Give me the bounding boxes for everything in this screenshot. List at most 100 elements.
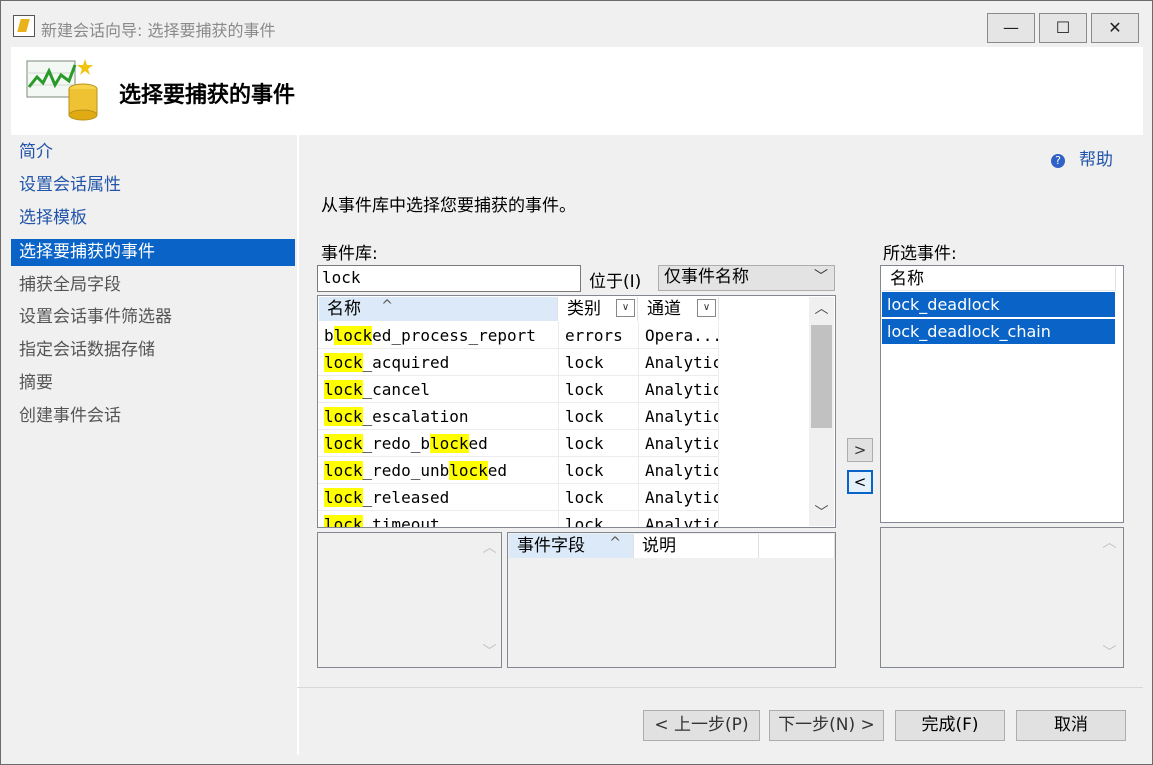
nav-item-session-props[interactable]: 设置会话属性 [11, 172, 295, 199]
table-row[interactable]: lock_acquired lock Analytic [318, 349, 719, 376]
col-header-blank [759, 534, 835, 558]
window-title: 新建会话向导: 选择要捕获的事件 [41, 21, 276, 40]
table-row[interactable]: lock_cancel lock Analytic [318, 376, 719, 403]
maximize-button[interactable]: ☐ [1039, 13, 1087, 43]
event-channel-cell: Analytic [639, 457, 719, 484]
event-channel-cell: Analytic [639, 511, 719, 527]
scroll-thumb[interactable] [811, 325, 832, 428]
table-row[interactable]: blocked_process_report errors Opera... [318, 322, 719, 349]
help-label: 帮助 [1079, 150, 1113, 170]
minimize-icon: — [1003, 18, 1019, 37]
scope-select[interactable]: 仅事件名称 ﹀ [658, 265, 835, 291]
nav-item-select-events[interactable]: 选择要捕获的事件 [11, 239, 295, 266]
page-header: 选择要捕获的事件 [11, 47, 1143, 135]
event-description-box: ︿ ﹀ [317, 532, 502, 668]
page-title: 选择要捕获的事件 [119, 83, 296, 108]
library-scrollbar[interactable]: ︿ ﹀ [809, 297, 834, 526]
event-name-cell: lock_escalation [318, 403, 559, 430]
event-name-text: _timeout [362, 515, 440, 528]
app-icon [13, 15, 35, 37]
event-name-cell: blocked_process_report [318, 322, 559, 349]
wizard-steps-nav: 简介 设置会话属性 选择模板 选择要捕获的事件 捕获全局字段 设置会话事件筛选器… [11, 135, 297, 755]
selected-col-header[interactable]: 名称 [882, 267, 1116, 291]
nav-item-template[interactable]: 选择模板 [11, 205, 295, 232]
back-button[interactable]: < 上一步(P) [643, 710, 760, 741]
search-match-highlight: lock [324, 353, 363, 372]
scroll-up-icon: ︿ [1102, 535, 1117, 551]
scroll-down-icon[interactable]: ﹀ [809, 501, 834, 526]
search-match-highlight: lock [324, 434, 363, 453]
scroll-up-icon: ︿ [482, 540, 497, 556]
event-library-label: 事件库: [321, 244, 378, 264]
event-name-text: ed [468, 434, 488, 453]
category-filter-icon[interactable]: ∨ [616, 299, 635, 317]
close-button[interactable]: ✕ [1091, 13, 1139, 43]
description-scrollbar: ︿ ﹀ [477, 534, 501, 666]
title-bar[interactable]: 新建会话向导: 选择要捕获的事件 — ☐ ✕ [1, 1, 1152, 47]
nav-item-create-session: 创建事件会话 [19, 406, 121, 426]
event-category-cell: lock [559, 376, 639, 403]
search-match-highlight: lock [333, 326, 373, 345]
event-category-cell: lock [559, 430, 639, 457]
selected-item[interactable]: lock_deadlock_chain [882, 319, 1115, 344]
table-row[interactable]: lock_timeout lock Analytic [318, 511, 719, 528]
event-channel-cell: Analytic [639, 403, 719, 430]
table-row[interactable]: lock_redo_blocked lock Analytic [318, 430, 719, 457]
selected-events-list: 名称 lock_deadlock lock_deadlock_chain [880, 265, 1124, 523]
event-name-text: ed [487, 461, 508, 480]
table-row[interactable]: lock_released lock Analytic [318, 484, 719, 511]
details-scrollbar: ︿ ﹀ [1097, 529, 1122, 666]
event-name-text: _redo_unb [362, 461, 450, 480]
event-channel-cell: Analytic [639, 430, 719, 457]
col-header-field[interactable]: 事件字段 ^ [509, 534, 634, 558]
remove-event-button[interactable]: < [847, 470, 873, 494]
sort-asc-icon: ^ [609, 535, 621, 551]
selected-events-label: 所选事件: [883, 244, 957, 264]
search-match-highlight: lock [324, 515, 363, 527]
scroll-up-icon[interactable]: ︿ [809, 297, 834, 322]
event-fields-grid: 事件字段 ^ 说明 [507, 532, 836, 668]
col-header-name[interactable]: 名称 ^ [319, 297, 558, 321]
event-category-cell: lock [559, 403, 639, 430]
next-button[interactable]: 下一步(N) > [769, 710, 884, 741]
event-category-cell: lock [559, 484, 639, 511]
help-link[interactable]: ? 帮助 [1051, 145, 1113, 170]
event-channel-cell: Analytic [639, 484, 719, 511]
cancel-button[interactable]: 取消 [1016, 710, 1126, 741]
scope-value: 仅事件名称 [664, 267, 749, 287]
event-search-input[interactable]: lock [317, 265, 581, 292]
nav-item-event-filter: 设置会话事件筛选器 [19, 307, 172, 327]
event-name-text: _released [362, 488, 450, 507]
footer-divider [297, 687, 1143, 688]
col-header-description[interactable]: 说明 [634, 534, 759, 558]
nav-item-global-fields: 捕获全局字段 [19, 275, 121, 295]
table-row[interactable]: lock_redo_unblocked lock Analytic [318, 457, 719, 484]
scroll-down-icon: ﹀ [482, 644, 497, 660]
in-label: 位于(I) [589, 272, 642, 292]
event-name-text: _redo_b [362, 434, 430, 453]
nav-item-data-storage: 指定会话数据存储 [19, 340, 155, 360]
event-name-text: ed_process_report [372, 326, 536, 345]
event-name-text: _acquired [362, 353, 450, 372]
scroll-down-icon: ﹀ [1102, 645, 1117, 661]
table-row[interactable]: lock_escalation lock Analytic [318, 403, 719, 430]
channel-filter-icon[interactable]: ∨ [697, 299, 716, 317]
search-match-highlight: lock [449, 461, 488, 480]
selected-details-box: ︿ ﹀ [880, 527, 1124, 668]
search-match-highlight: lock [324, 461, 363, 480]
chart-database-icon [26, 59, 98, 121]
wizard-window: 新建会话向导: 选择要捕获的事件 — ☐ ✕ 选择要捕获的事件 简介 设置会话属… [0, 0, 1153, 765]
add-event-button[interactable]: > [847, 438, 873, 462]
event-name-text: _cancel [362, 380, 430, 399]
sort-asc-icon: ^ [381, 298, 393, 314]
search-match-highlight: lock [429, 434, 469, 453]
event-library-grid: 名称 ^ 类别 ∨ 通道 ∨ blocked_process_report err… [317, 295, 836, 528]
finish-button[interactable]: 完成(F) [895, 710, 1005, 741]
selected-item[interactable]: lock_deadlock [882, 292, 1115, 317]
event-channel-cell: Analytic [639, 376, 719, 403]
nav-item-intro[interactable]: 简介 [11, 139, 295, 166]
minimize-button[interactable]: — [987, 13, 1035, 43]
event-name-cell: lock_cancel [318, 376, 559, 403]
event-name-cell: lock_released [318, 484, 559, 511]
event-category-cell: lock [559, 511, 639, 527]
